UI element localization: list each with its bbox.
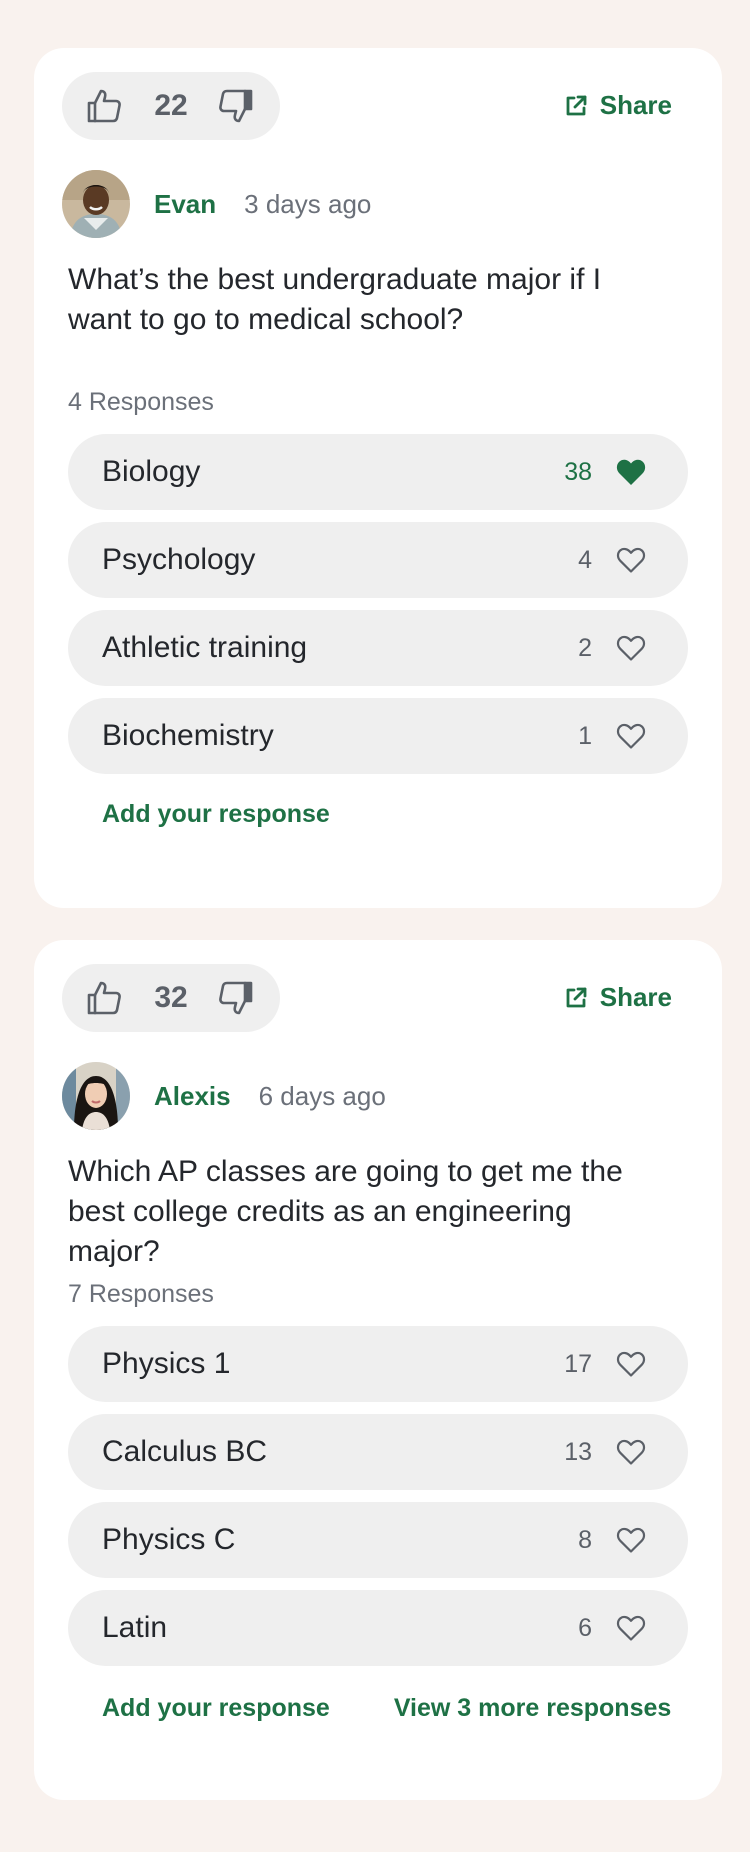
response-item[interactable]: Biology 38 xyxy=(68,434,688,510)
vote-count: 32 xyxy=(154,981,188,1014)
discussion-feed: 22 Share Evan 3 days ago What’s the best… xyxy=(0,0,750,1852)
question-text: Which AP classes are going to get me the… xyxy=(68,1155,623,1268)
share-button[interactable]: Share xyxy=(564,90,672,121)
like-count: 1 xyxy=(578,722,592,750)
responses-count: 7 Responses xyxy=(68,1280,214,1308)
timestamp: 3 days ago xyxy=(244,188,372,219)
vote-control: 22 xyxy=(62,72,280,140)
response-label: Biochemistry xyxy=(102,719,274,752)
response-item[interactable]: Athletic training 2 xyxy=(68,610,688,686)
vote-control: 32 xyxy=(62,964,280,1032)
thumbs-up-icon[interactable] xyxy=(84,978,124,1018)
share-label: Share xyxy=(599,982,672,1012)
response-item[interactable]: Biochemistry 1 xyxy=(68,698,688,774)
like-count: 13 xyxy=(564,1438,592,1466)
external-link-icon xyxy=(564,94,588,118)
author-row: Evan 3 days ago xyxy=(62,170,371,238)
author-name[interactable]: Alexis xyxy=(154,1081,231,1112)
question-card: 22 Share Evan 3 days ago What’s the best… xyxy=(34,48,722,908)
thumbs-down-icon[interactable] xyxy=(216,978,256,1018)
heart-icon[interactable] xyxy=(616,1614,646,1642)
question-text: What’s the best undergraduate major if I… xyxy=(68,263,602,336)
share-label: Share xyxy=(599,90,672,120)
like-count: 8 xyxy=(578,1526,592,1554)
heart-icon[interactable] xyxy=(616,1526,646,1554)
response-item[interactable]: Latin 6 xyxy=(68,1590,688,1666)
response-label: Psychology xyxy=(102,543,256,576)
response-item[interactable]: Calculus BC 13 xyxy=(68,1414,688,1490)
like-count: 2 xyxy=(578,634,592,662)
external-link-icon xyxy=(564,986,588,1010)
response-label: Physics 1 xyxy=(102,1347,231,1380)
thumbs-down-icon[interactable] xyxy=(216,86,256,126)
response-label: Athletic training xyxy=(102,631,308,664)
responses-count: 4 Responses xyxy=(68,388,214,416)
vote-count: 22 xyxy=(154,89,188,122)
heart-filled-icon[interactable] xyxy=(616,458,646,486)
add-response-link[interactable]: Add your response xyxy=(102,1694,330,1723)
response-label: Calculus BC xyxy=(102,1435,268,1468)
response-label: Latin xyxy=(102,1611,168,1644)
response-label: Physics C xyxy=(102,1523,236,1556)
question-card: 32 Share Alexis 6 days ago Which AP clas… xyxy=(34,940,722,1800)
heart-icon[interactable] xyxy=(616,1350,646,1378)
heart-icon[interactable] xyxy=(616,1438,646,1466)
responses-list: Physics 1 17 Calculus BC 13 Physics C 8 xyxy=(68,1326,688,1678)
response-item[interactable]: Physics 1 17 xyxy=(68,1326,688,1402)
heart-icon[interactable] xyxy=(616,634,646,662)
like-count: 6 xyxy=(578,1614,592,1642)
thumbs-up-icon[interactable] xyxy=(84,86,124,126)
responses-list: Biology 38 Psychology 4 Athletic trainin… xyxy=(68,434,688,786)
view-more-responses-link[interactable]: View 3 more responses xyxy=(394,1694,671,1723)
card-footer: Add your response xyxy=(102,800,330,829)
like-count: 4 xyxy=(578,546,592,574)
response-item[interactable]: Psychology 4 xyxy=(68,522,688,598)
like-count: 17 xyxy=(564,1350,592,1378)
card-footer: Add your response View 3 more responses xyxy=(102,1694,671,1723)
share-button[interactable]: Share xyxy=(564,982,672,1013)
heart-icon[interactable] xyxy=(616,722,646,750)
avatar[interactable] xyxy=(62,1062,130,1130)
timestamp: 6 days ago xyxy=(258,1080,386,1111)
add-response-link[interactable]: Add your response xyxy=(102,800,330,829)
heart-icon[interactable] xyxy=(616,546,646,574)
author-row: Alexis 6 days ago xyxy=(62,1062,386,1130)
author-name[interactable]: Evan xyxy=(154,189,216,220)
like-count: 38 xyxy=(564,458,592,486)
response-label: Biology xyxy=(102,455,201,488)
response-item[interactable]: Physics C 8 xyxy=(68,1502,688,1578)
avatar[interactable] xyxy=(62,170,130,238)
